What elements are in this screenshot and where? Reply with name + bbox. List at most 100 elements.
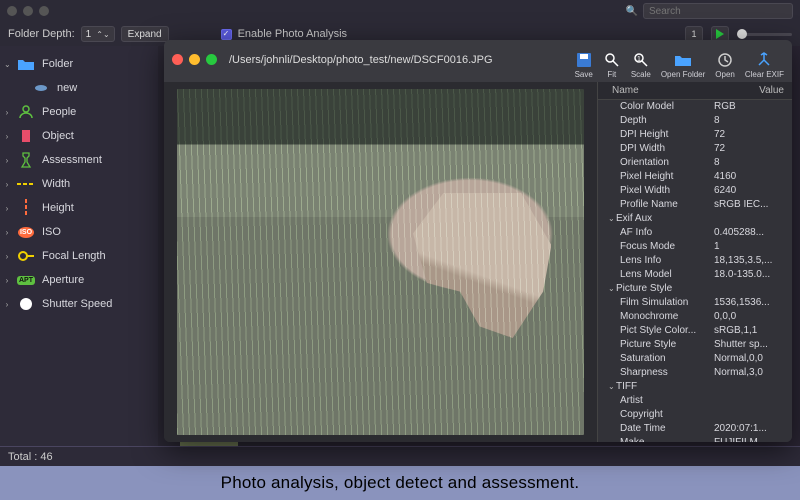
- sidebar-item-label: Width: [42, 178, 70, 190]
- exif-value: 72: [714, 128, 786, 142]
- disclosure-icon[interactable]: ⌄: [608, 212, 616, 226]
- exif-value: sRGB,1,1: [714, 324, 786, 338]
- disclosure-icon[interactable]: ›: [4, 252, 10, 261]
- sidebar-item-label: Aperture: [42, 274, 84, 286]
- disclosure-icon[interactable]: ⌄: [608, 380, 616, 394]
- exif-group[interactable]: ⌄TIFF: [598, 380, 792, 394]
- sidebar-item-shutter-speed[interactable]: › Shutter Speed: [0, 292, 158, 316]
- disclosure-icon[interactable]: ›: [4, 132, 10, 141]
- exif-value: FUJIFILM: [714, 436, 786, 442]
- assessment-icon: [17, 152, 35, 168]
- caption-text: Photo analysis, object detect and assess…: [221, 473, 580, 493]
- scale-button[interactable]: 1 Scale: [631, 51, 651, 79]
- folder-depth-dropdown[interactable]: 1 ⌃⌄: [81, 26, 115, 42]
- sidebar-item-focal-length[interactable]: › Focal Length: [0, 244, 158, 268]
- exif-row[interactable]: Orientation8: [598, 156, 792, 170]
- sidebar-item-iso[interactable]: › ISO ISO: [0, 220, 158, 244]
- exif-row[interactable]: Color ModelRGB: [598, 100, 792, 114]
- sidebar-item-people[interactable]: › People: [0, 100, 158, 124]
- window-dot: [39, 6, 49, 16]
- exif-row[interactable]: SharpnessNormal,3,0: [598, 366, 792, 380]
- exif-row[interactable]: MakeFUJIFILM: [598, 436, 792, 442]
- sidebar-item-label: new: [57, 82, 77, 94]
- exif-row[interactable]: Lens Model18.0-135.0...: [598, 268, 792, 282]
- save-button[interactable]: Save: [575, 51, 593, 79]
- sidebar-item-label: Assessment: [42, 154, 102, 166]
- exif-group[interactable]: ⌄Exif Aux: [598, 212, 792, 226]
- search-input[interactable]: [643, 3, 793, 19]
- disclosure-icon[interactable]: ›: [4, 156, 10, 165]
- open-button[interactable]: Open: [715, 51, 735, 79]
- tool-label: Open: [715, 70, 735, 79]
- sidebar-item-aperture[interactable]: › APT Aperture: [0, 268, 158, 292]
- exif-row[interactable]: Focus Mode1: [598, 240, 792, 254]
- height-icon: [17, 200, 35, 216]
- clear-exif-button[interactable]: Clear EXIF: [745, 51, 784, 79]
- exif-row[interactable]: Copyright: [598, 408, 792, 422]
- exif-row[interactable]: Pixel Height4160: [598, 170, 792, 184]
- exif-value: RGB: [714, 100, 786, 114]
- minimize-icon[interactable]: [189, 54, 200, 65]
- exif-row[interactable]: Picture StyleShutter sp...: [598, 338, 792, 352]
- exif-key: Film Simulation: [620, 296, 714, 310]
- exif-key: Monochrome: [620, 310, 714, 324]
- sidebar-item-height[interactable]: › Height: [0, 196, 158, 220]
- editor-path: /Users/johnli/Desktop/photo_test/new/DSC…: [229, 54, 493, 66]
- sidebar-item-assessment[interactable]: › Assessment: [0, 148, 158, 172]
- exif-group[interactable]: ⌄Picture Style: [598, 282, 792, 296]
- exif-value: 0,0,0: [714, 310, 786, 324]
- sidebar: ⌄ Folder new › People › Object › Assessm…: [0, 46, 158, 462]
- enable-analysis-checkbox[interactable]: [221, 29, 232, 40]
- exif-panel[interactable]: Name Value Color ModelRGBDepth8DPI Heigh…: [597, 82, 792, 442]
- exif-row[interactable]: Depth8: [598, 114, 792, 128]
- exif-row[interactable]: Profile NamesRGB IEC...: [598, 198, 792, 212]
- zoom-icon[interactable]: [206, 54, 217, 65]
- exif-col-name: Name: [612, 85, 759, 96]
- exif-row[interactable]: Film Simulation1536,1536...: [598, 296, 792, 310]
- disclosure-icon[interactable]: ›: [4, 180, 10, 189]
- disclosure-icon[interactable]: ›: [4, 204, 10, 213]
- editor-titlebar: /Users/johnli/Desktop/photo_test/new/DSC…: [164, 40, 792, 82]
- exif-row[interactable]: AF Info0.405288...: [598, 226, 792, 240]
- sidebar-item-object[interactable]: › Object: [0, 124, 158, 148]
- exif-row[interactable]: Artist: [598, 394, 792, 408]
- exif-key: Lens Info: [620, 254, 714, 268]
- exif-key: Exif Aux: [616, 212, 710, 226]
- exif-value: 0.405288...: [714, 226, 786, 240]
- image-canvas[interactable]: [164, 82, 597, 442]
- disclosure-icon[interactable]: ›: [4, 228, 10, 237]
- window-dot: [23, 6, 33, 16]
- exif-key: Lens Model: [620, 268, 714, 282]
- sidebar-item-folder[interactable]: ⌄ Folder: [0, 52, 158, 76]
- save-icon: [575, 51, 593, 69]
- close-icon[interactable]: [172, 54, 183, 65]
- exif-value: 8: [714, 156, 786, 170]
- slider-thumb[interactable]: [737, 29, 747, 39]
- exif-row[interactable]: Pixel Width6240: [598, 184, 792, 198]
- disclosure-icon[interactable]: ⌄: [4, 60, 10, 69]
- disclosure-icon[interactable]: ›: [4, 300, 10, 309]
- exif-row[interactable]: Monochrome0,0,0: [598, 310, 792, 324]
- exif-value: Normal,0,0: [714, 352, 786, 366]
- exif-row[interactable]: DPI Width72: [598, 142, 792, 156]
- exif-row[interactable]: DPI Height72: [598, 128, 792, 142]
- disclosure-icon[interactable]: ⌄: [608, 282, 616, 296]
- exif-key: Make: [620, 436, 714, 442]
- caption-band: Photo analysis, object detect and assess…: [0, 466, 800, 500]
- exif-row[interactable]: Date Time2020:07:1...: [598, 422, 792, 436]
- exif-key: DPI Height: [620, 128, 714, 142]
- exif-row[interactable]: Pict Style Color...sRGB,1,1: [598, 324, 792, 338]
- open-folder-button[interactable]: Open Folder: [661, 51, 705, 79]
- expand-button[interactable]: Expand: [121, 26, 169, 42]
- exif-value: 8: [714, 114, 786, 128]
- sidebar-item-new[interactable]: new: [0, 76, 158, 100]
- size-slider[interactable]: [737, 33, 792, 36]
- disclosure-icon[interactable]: ›: [4, 108, 10, 117]
- exif-value: 4160: [714, 170, 786, 184]
- disclosure-icon[interactable]: ›: [4, 276, 10, 285]
- sidebar-item-width[interactable]: › Width: [0, 172, 158, 196]
- exif-row[interactable]: Lens Info18,135,3.5,...: [598, 254, 792, 268]
- exif-row[interactable]: SaturationNormal,0,0: [598, 352, 792, 366]
- fit-icon: [603, 51, 621, 69]
- fit-button[interactable]: Fit: [603, 51, 621, 79]
